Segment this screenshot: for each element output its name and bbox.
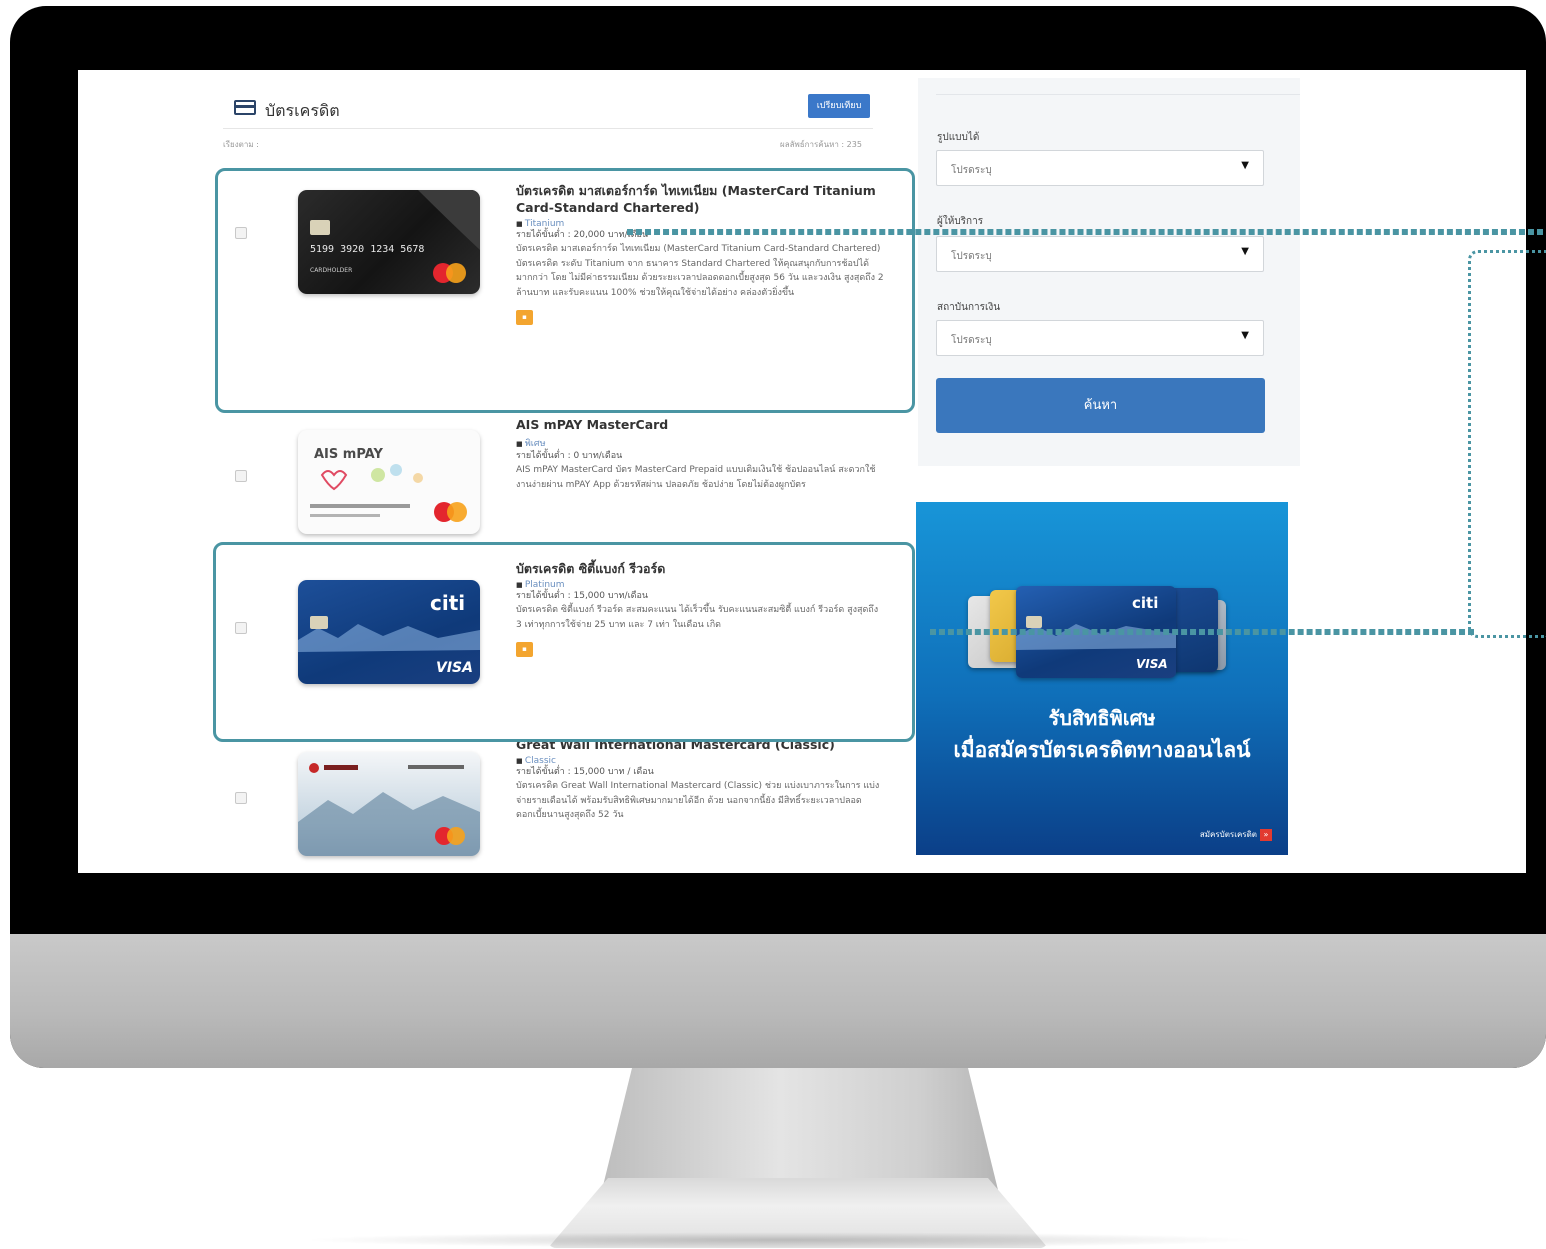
dashed-connector-1 xyxy=(627,229,1546,235)
dashed-connector-2 xyxy=(930,629,1474,635)
banner-headline: รับสิทธิพิเศษ xyxy=(1048,706,1156,730)
svg-text:AIS mPAY: AIS mPAY xyxy=(314,447,383,462)
product-description: AIS mPAY MasterCard บัตร MasterCard Prep… xyxy=(516,465,876,490)
product-income: รายได้ขั้นต่ำ : 0 บาท/เดือน xyxy=(516,451,623,461)
result-count: ผลลัพธ์การค้นหา : 235 xyxy=(780,140,862,149)
income-select-value: โปรดระบุ xyxy=(951,165,992,176)
product-description: บัตรเครดิต Great Wall International Mast… xyxy=(516,781,880,820)
dotted-connector-frame xyxy=(1468,250,1546,638)
double-chevron-right-icon: » xyxy=(1260,829,1272,841)
product-title[interactable]: AIS mPAY MasterCard xyxy=(516,416,886,433)
stand-shadow xyxy=(300,1232,1260,1248)
provider-filter-label: ผู้ให้บริการ xyxy=(937,216,984,227)
credit-card-icon xyxy=(234,100,256,115)
svg-text:VISA: VISA xyxy=(1136,657,1168,671)
page-title: บัตรเครดิต xyxy=(265,101,340,120)
search-button[interactable]: ค้นหา xyxy=(936,378,1265,433)
card-image-ais-mpay[interactable]: AIS mPAY xyxy=(298,430,480,534)
provider-select[interactable]: โปรดระบุ ▼ xyxy=(936,236,1264,272)
dropdown-arrow-icon: ▼ xyxy=(1241,246,1249,257)
institution-filter-label: สถาบันการเงิน xyxy=(937,302,1001,313)
filter-sidebar: รูปแบบได้ โปรดระบุ ▼ ผู้ให้บริการ โปรดระ… xyxy=(918,78,1300,466)
divider xyxy=(936,94,1300,95)
institution-select[interactable]: โปรดระบุ ▼ xyxy=(936,320,1264,356)
banner-subheadline: เมื่อสมัครบัตรเครดิตทางออนไลน์ xyxy=(953,738,1251,762)
list-item[interactable]: AIS mPAY AIS mPAY MasterCard พิเศษ รายได… xyxy=(223,417,875,535)
highlight-box-2 xyxy=(213,542,915,742)
product-details: Great Wall International Mastercard (Cla… xyxy=(516,736,886,823)
income-filter-label: รูปแบบได้ xyxy=(937,132,980,143)
compare-checkbox[interactable] xyxy=(235,792,247,804)
svg-text:citi: citi xyxy=(1132,594,1158,612)
compare-button[interactable]: เปรียบเทียบ xyxy=(808,94,870,118)
card-image-great-wall[interactable] xyxy=(298,752,480,856)
banner-apply-label: สมัครบัตรเครดิต xyxy=(1199,830,1257,839)
product-details: AIS mPAY MasterCard พิเศษ รายได้ขั้นต่ำ … xyxy=(516,416,886,492)
sort-label[interactable]: เรียงตาม : xyxy=(223,138,259,151)
compare-checkbox[interactable] xyxy=(235,470,247,482)
card-art xyxy=(298,763,480,856)
banner-apply-link[interactable]: สมัครบัตรเครดิต» xyxy=(1200,828,1272,841)
dropdown-arrow-icon: ▼ xyxy=(1241,330,1249,341)
list-item[interactable]: Great Wall International Mastercard (Cla… xyxy=(223,737,879,873)
promo-banner[interactable]: citi VISA รับสิทธิพิเศษ เมื่อสมัครบัตรเค… xyxy=(916,502,1288,855)
monitor-chin xyxy=(10,934,1546,1068)
institution-select-value: โปรดระบุ xyxy=(951,335,992,346)
list-header: บัตรเครดิต เปรียบเทียบ xyxy=(223,88,873,129)
product-income: รายได้ขั้นต่ำ : 15,000 บาท / เดือน xyxy=(516,767,654,777)
product-provider[interactable]: พิเศษ xyxy=(516,436,886,450)
highlight-box-1 xyxy=(215,168,915,413)
dropdown-arrow-icon: ▼ xyxy=(1241,160,1249,171)
product-provider[interactable]: Classic xyxy=(516,756,886,766)
income-select[interactable]: โปรดระบุ ▼ xyxy=(936,150,1264,186)
card-art: AIS mPAY xyxy=(310,447,467,522)
provider-select-value: โปรดระบุ xyxy=(951,251,992,262)
